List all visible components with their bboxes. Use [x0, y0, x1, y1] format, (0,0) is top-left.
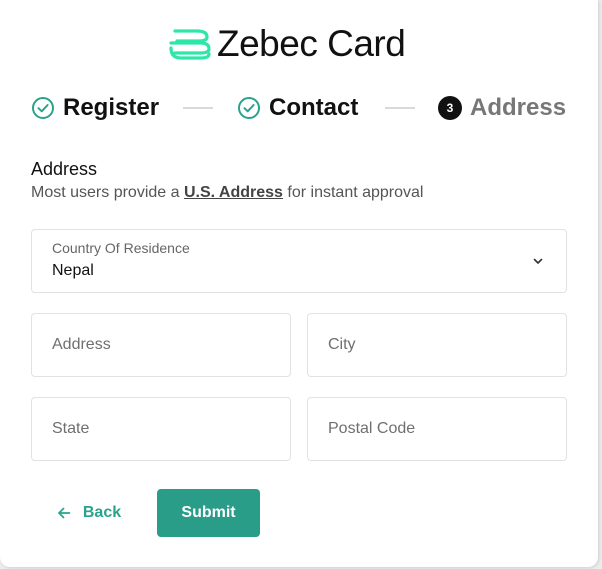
section-title: Address	[31, 159, 98, 179]
section-subtitle: Most users provide a U.S. Address for in…	[31, 184, 423, 202]
step-address: 3 Address	[438, 90, 566, 126]
address-input[interactable]	[31, 313, 291, 377]
check-circle-icon	[32, 97, 54, 119]
back-button[interactable]: Back	[41, 489, 137, 537]
submit-button[interactable]: Submit	[157, 489, 260, 537]
subtitle-prefix: Most users provide a	[31, 184, 184, 201]
step-label-contact: Contact	[269, 94, 359, 121]
step-contact: Contact	[237, 90, 358, 126]
subtitle-suffix: for instant approval	[282, 184, 424, 201]
address-form-card: Zebec Card Register Contact 3 Address Ad…	[0, 0, 598, 567]
step-label-address: Address	[470, 94, 567, 121]
step-connector	[183, 107, 213, 109]
arrow-left-icon	[58, 507, 71, 519]
step-register: Register	[31, 90, 159, 126]
step-connector	[385, 107, 415, 109]
brand-name: Zebec Card	[217, 23, 406, 64]
step-label-register: Register	[63, 94, 160, 121]
country-select-label: Country Of Residence	[52, 240, 190, 256]
back-button-label: Back	[82, 504, 122, 521]
chevron-down-icon	[533, 258, 543, 264]
us-address-link[interactable]: U.S. Address	[184, 184, 283, 201]
postal-code-input[interactable]	[307, 397, 567, 461]
country-select-value: Nepal	[52, 262, 94, 279]
city-input[interactable]	[307, 313, 567, 377]
check-circle-icon	[238, 97, 260, 119]
brand-logo: Zebec Card	[167, 23, 406, 64]
zebec-logo-icon	[169, 29, 211, 60]
state-input[interactable]	[31, 397, 291, 461]
country-select[interactable]: Country Of Residence Nepal	[31, 229, 567, 293]
step-number-badge: 3	[438, 96, 462, 120]
progress-stepper: Register Contact 3 Address	[31, 90, 567, 126]
